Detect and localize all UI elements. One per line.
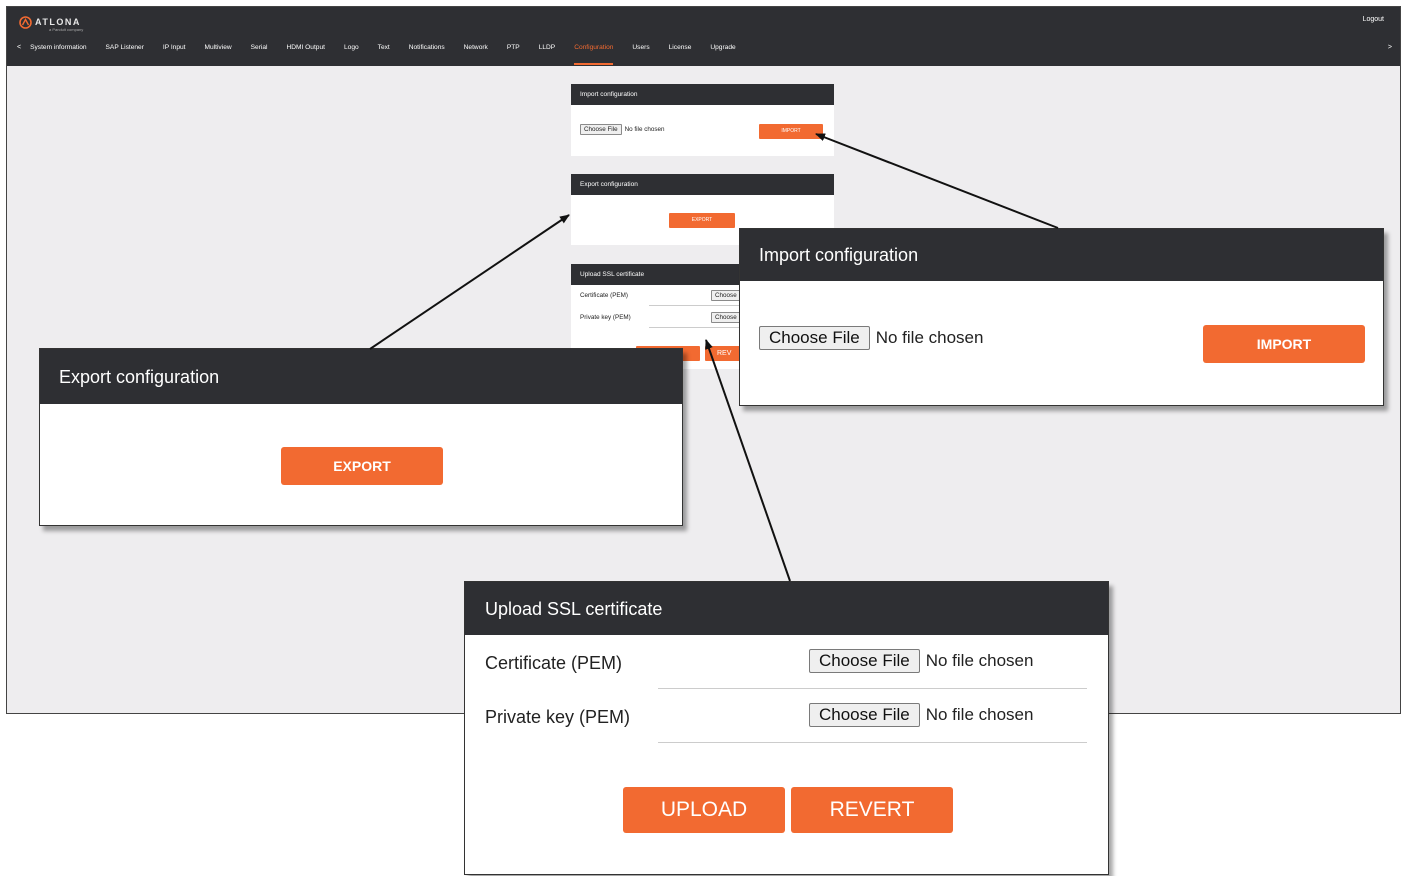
import-button[interactable]: IMPORT [1203,325,1365,363]
revert-button[interactable]: REVERT [791,787,953,833]
main-nav: < System information SAP Listener IP Inp… [7,43,1400,66]
import-config-title: Import configuration [740,229,1383,281]
choose-file-button[interactable]: Choose File [759,326,870,350]
upload-button[interactable]: UPLOAD [623,787,785,833]
import-button-small[interactable]: IMPORT [759,124,823,139]
no-file-text: No file chosen [875,328,984,347]
export-config-callout: Export configuration EXPORT [39,348,683,526]
tab-lldp[interactable]: LLDP [539,43,556,65]
tab-network[interactable]: Network [464,43,488,65]
key-label-small: Private key (PEM) [580,314,631,321]
atlona-logo: ATLONA a Panduit company [19,14,84,32]
logout-link[interactable]: Logout [1363,16,1384,23]
tab-system-information[interactable]: System information [30,43,86,65]
choose-file-button[interactable]: Choose File [809,649,920,673]
tab-ip-input[interactable]: IP Input [163,43,186,65]
tab-notifications[interactable]: Notifications [409,43,445,65]
tab-ptp[interactable]: PTP [507,43,520,65]
export-config-title: Export configuration [40,349,682,404]
tab-text[interactable]: Text [378,43,390,65]
no-file-text: No file chosen [925,705,1034,724]
tab-logo[interactable]: Logo [344,43,359,65]
annotated-screenshot: ATLONA a Panduit company Logout < System… [0,0,1405,876]
import-config-callout: Import configuration Choose File No file… [739,228,1384,406]
private-key-file-input[interactable]: Choose File No file chosen [809,703,1033,727]
ssl-upload-callout: Upload SSL certificate Certificate (PEM)… [464,581,1109,875]
cert-label-small: Certificate (PEM) [580,292,628,299]
tab-users[interactable]: Users [632,43,649,65]
import-file-input[interactable]: Choose File No file chosen [759,326,983,350]
no-file-text: No file chosen [925,651,1034,670]
certificate-label: Certificate (PEM) [485,653,623,673]
tab-hdmi-output[interactable]: HDMI Output [287,43,325,65]
export-button-small[interactable]: EXPORT [669,213,735,228]
tab-multiview[interactable]: Multiview [205,43,232,65]
export-panel-small-title: Export configuration [571,174,834,195]
cert-file-input-small[interactable]: Choose [711,290,741,301]
tab-serial[interactable]: Serial [251,43,268,65]
logo-subtitle: a Panduit company [49,27,84,32]
certificate-file-input[interactable]: Choose File No file chosen [809,649,1033,673]
ssl-upload-title: Upload SSL certificate [465,582,1108,635]
private-key-label: Private key (PEM) [485,707,631,727]
tab-configuration[interactable]: Configuration [574,43,614,65]
import-panel-small-title: Import configuration [571,84,834,105]
tab-license[interactable]: License [669,43,692,65]
logo-icon [19,15,32,29]
nav-prev-arrow[interactable]: < [17,43,21,53]
tab-sap-listener[interactable]: SAP Listener [106,43,144,65]
logo-text: ATLONA [35,17,81,27]
top-bar: ATLONA a Panduit company Logout < System… [7,7,1400,66]
divider [658,688,1087,689]
import-panel-small: Import configuration Choose File No file… [571,84,834,156]
nav-next-arrow[interactable]: > [1388,43,1392,53]
import-file-input-small[interactable]: Choose File No file chosen [580,124,665,135]
key-file-input-small[interactable]: Choose [711,312,741,323]
divider [658,742,1087,743]
tab-upgrade[interactable]: Upgrade [710,43,735,65]
choose-file-button[interactable]: Choose File [809,703,920,727]
export-button[interactable]: EXPORT [281,447,443,485]
